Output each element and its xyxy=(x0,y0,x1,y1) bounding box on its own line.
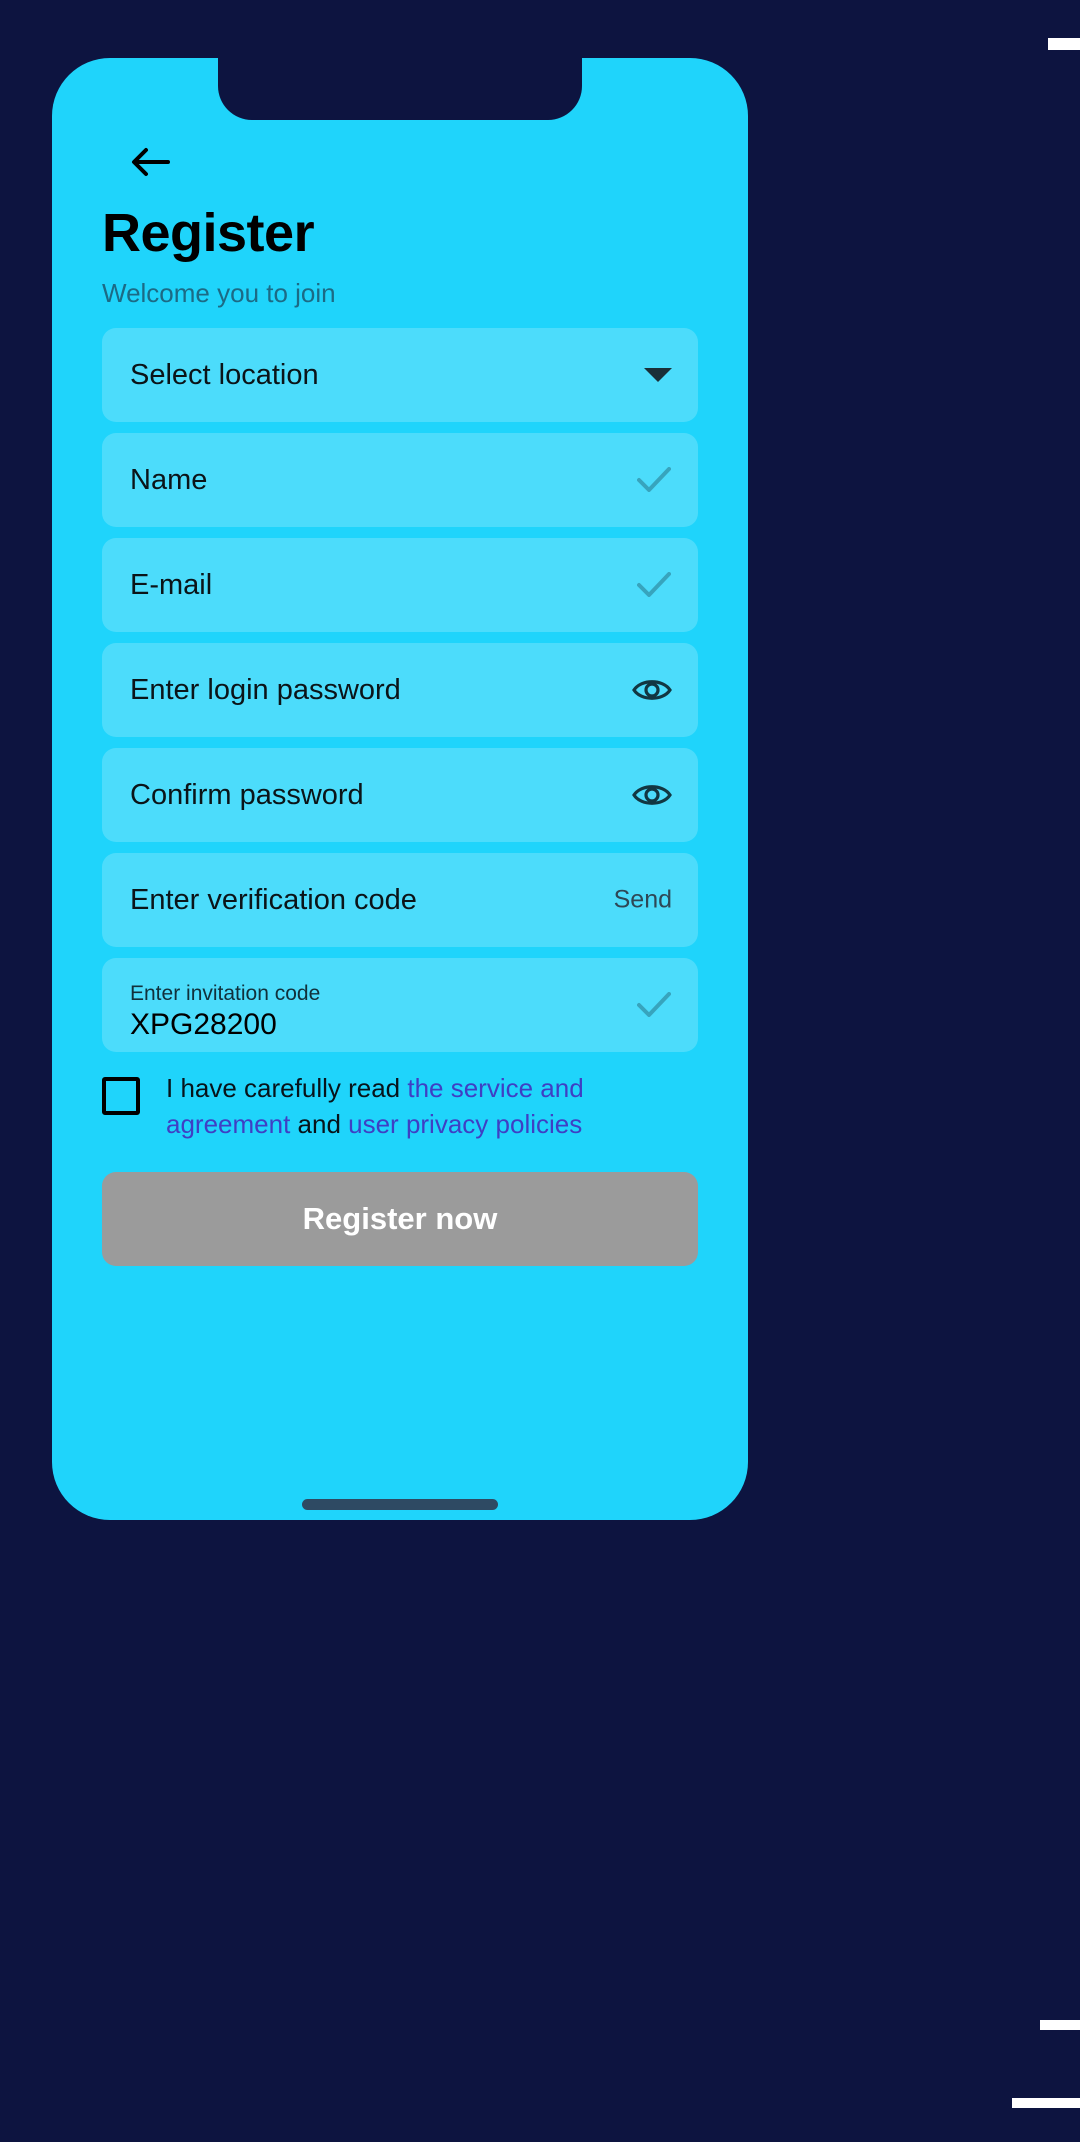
agreement-text-part-2: and xyxy=(290,1108,349,1139)
backdrop-artifact-left xyxy=(0,738,16,938)
field-label-invitation-code: Enter invitation code xyxy=(130,981,321,1005)
check-icon-name xyxy=(636,465,672,495)
eye-icon-login-password[interactable] xyxy=(632,676,672,704)
field-label-login-password: Enter login password xyxy=(130,673,401,706)
check-icon-email xyxy=(636,570,672,600)
send-code-label: Send xyxy=(613,885,672,914)
field-name[interactable]: Name xyxy=(102,433,698,527)
agreement-text-part-1: I have carefully read xyxy=(166,1073,408,1103)
field-label-email: E-mail xyxy=(130,568,213,601)
phone-frame: Register Welcome you to join Select loca… xyxy=(52,58,748,1520)
check-icon-invitation-code xyxy=(636,990,672,1020)
field-invitation-code[interactable]: Enter invitation code XPG28200 xyxy=(102,958,698,1052)
agreement-row[interactable]: I have carefully read the service and ag… xyxy=(102,1071,698,1143)
agreement-text: I have carefully read the service and ag… xyxy=(166,1071,698,1143)
field-email[interactable]: E-mail xyxy=(102,538,698,632)
page-subtitle: Welcome you to join xyxy=(102,278,336,308)
field-label-name: Name xyxy=(130,463,208,496)
chevron-down-icon[interactable] xyxy=(644,368,672,382)
privacy-policy-link[interactable]: user privacy policies xyxy=(348,1109,582,1139)
register-form: Select location Name E-mail Enter login … xyxy=(102,328,698,1052)
field-label-confirm-password: Confirm password xyxy=(130,778,364,811)
register-now-button[interactable]: Register now xyxy=(102,1171,698,1266)
field-verification-code[interactable]: Enter verification code Send xyxy=(102,853,698,947)
register-now-label: Register now xyxy=(302,1200,498,1236)
field-value-invitation-code: XPG28200 xyxy=(130,1007,277,1041)
field-label-verification-code: Enter verification code xyxy=(130,883,417,916)
backdrop-artifact-right-bottom xyxy=(1012,2098,1080,2108)
field-login-password[interactable]: Enter login password xyxy=(102,643,698,737)
field-select-location[interactable]: Select location xyxy=(102,328,698,422)
arrow-left-icon xyxy=(130,145,170,179)
field-confirm-password[interactable]: Confirm password xyxy=(102,748,698,842)
back-button[interactable] xyxy=(124,136,176,188)
home-indicator xyxy=(302,1499,498,1510)
backdrop-artifact-right-top xyxy=(1048,38,1080,50)
page-title: Register xyxy=(102,203,315,263)
backdrop-artifact-top xyxy=(124,0,684,14)
screen-content: Register Welcome you to join Select loca… xyxy=(52,58,748,1266)
field-label-location: Select location xyxy=(130,358,319,391)
send-code-button[interactable]: Send xyxy=(614,886,672,915)
backdrop-artifact-right-mid xyxy=(1040,2020,1080,2030)
eye-icon-confirm-password[interactable] xyxy=(632,781,672,809)
agreement-checkbox[interactable] xyxy=(102,1077,140,1115)
